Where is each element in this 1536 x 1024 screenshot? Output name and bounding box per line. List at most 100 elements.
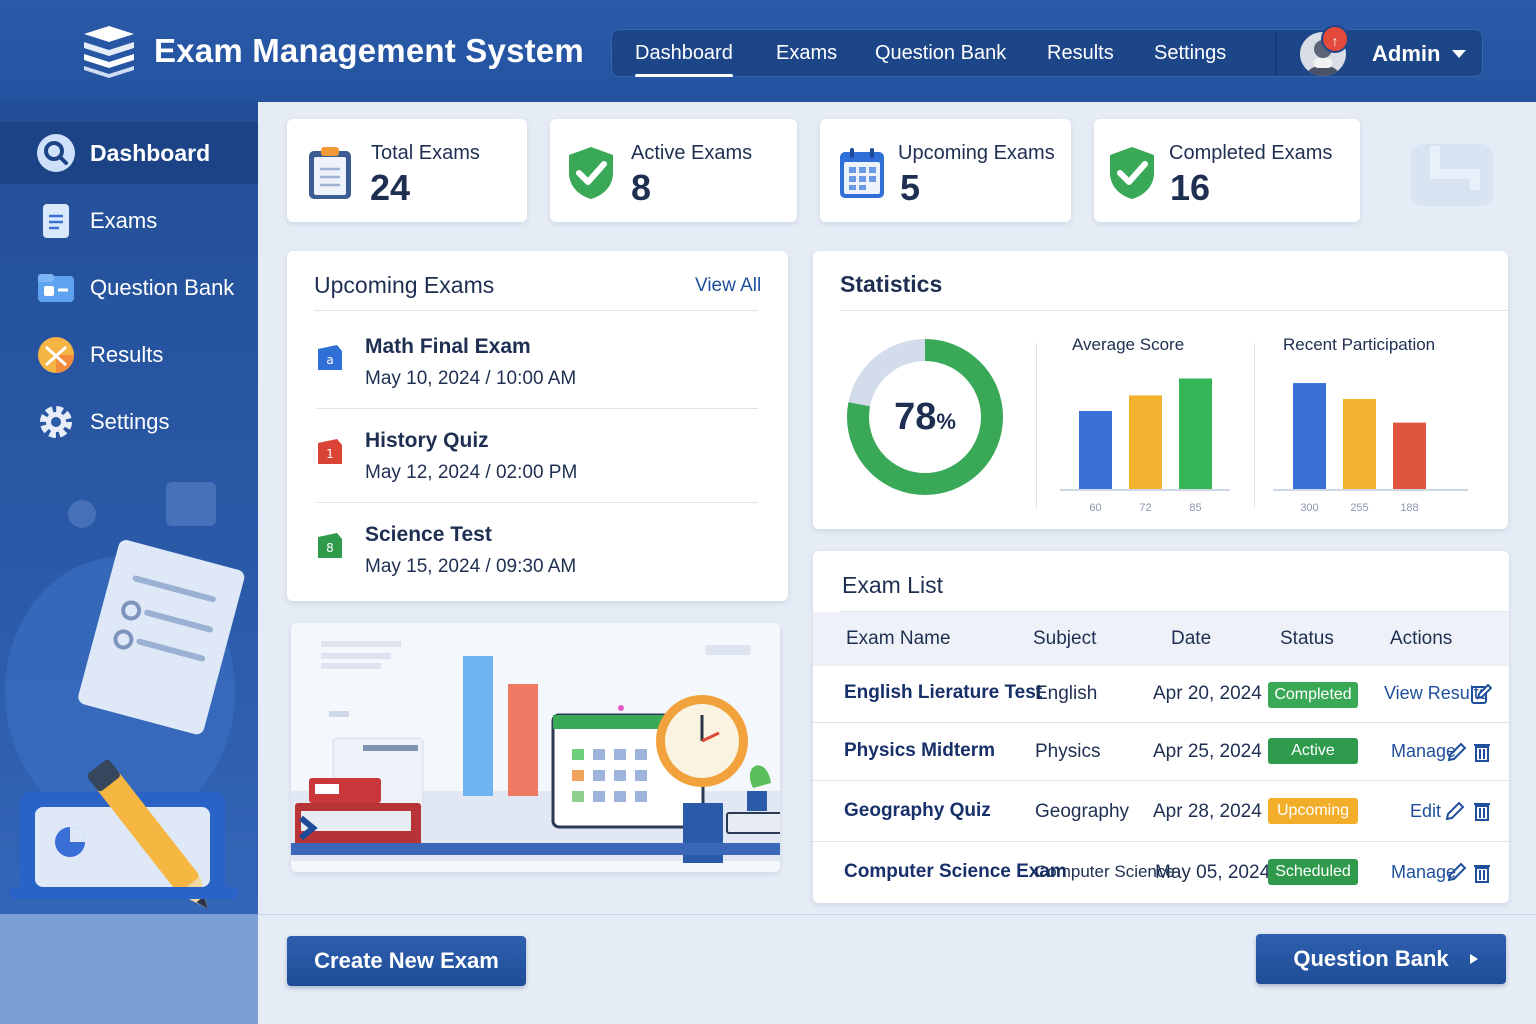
sidebar-item-results[interactable]: Results [0, 324, 258, 386]
tick-label: 255 [1350, 502, 1368, 514]
status-badge: Active [1268, 738, 1358, 764]
exam-date: Apr 20, 2024 [1153, 683, 1262, 704]
divider [1254, 343, 1255, 508]
table-row[interactable]: Geography Quiz Geography Apr 28, 2024 Up… [813, 781, 1509, 842]
edit-icon[interactable] [1446, 741, 1468, 763]
nav-settings[interactable]: Settings [1154, 42, 1226, 65]
stat-value: 24 [370, 167, 411, 208]
status-badge: Scheduled [1268, 859, 1358, 885]
sidebar-item-label: Dashboard [90, 139, 211, 166]
participation-chart: 300 255 188 [1273, 383, 1468, 514]
divider [840, 310, 1508, 311]
exam-date: Apr 25, 2024 [1153, 741, 1262, 762]
chart-bar [1393, 422, 1426, 489]
exam-name[interactable]: Computer Science Exam [844, 861, 1067, 883]
sidebar-item-label: Question Bank [90, 275, 235, 300]
chart-bar [1079, 411, 1112, 489]
stat-label: Upcoming Exams [898, 142, 1055, 164]
average-score-chart: 60 72 85 [1060, 378, 1230, 514]
divider [317, 408, 758, 409]
chevron-right-icon [1470, 954, 1478, 964]
edit-link[interactable]: Edit [1410, 801, 1441, 822]
question-bank-button-label: Question Bank [1293, 946, 1449, 971]
divider [314, 310, 758, 311]
tick-label: 85 [1189, 502, 1201, 514]
calendar-icon [840, 148, 884, 198]
stat-card-completed: Completed Exams 16 [1094, 119, 1360, 222]
exam-tag-icon: 1 [318, 439, 342, 464]
nav-exams[interactable]: Exams [776, 42, 837, 65]
nav-results[interactable]: Results [1047, 42, 1114, 65]
tick-label: 188 [1400, 502, 1418, 514]
sidebar-item-label: Results [90, 342, 164, 367]
table-row[interactable]: Computer Science Exam Computer Science M… [813, 842, 1509, 903]
edit-icon[interactable] [1444, 800, 1466, 822]
divider [317, 502, 758, 503]
exam-date: May 05, 2024 [1155, 862, 1271, 883]
edit-icon[interactable] [1470, 683, 1492, 705]
sidebar-item-question-bank[interactable]: Question Bank [0, 257, 258, 319]
analytics-illustration [291, 623, 780, 872]
trash-icon[interactable] [1471, 862, 1493, 884]
book-stack-icon [84, 26, 134, 78]
exam-name[interactable]: Physics Midterm [844, 740, 995, 762]
question-bank-button[interactable]: Question Bank [1256, 934, 1506, 984]
sidebar-item-dashboard[interactable]: Dashboard [0, 122, 258, 184]
create-new-exam-button[interactable]: Create New Exam [287, 936, 526, 986]
sidebar-item-label: Settings [90, 409, 170, 434]
donut-label: 78% [846, 396, 1004, 439]
donut-value: 78 [894, 396, 937, 438]
app-title: Exam Management System [154, 32, 584, 69]
user-menu-label[interactable]: Admin [1372, 41, 1440, 67]
svg-text:1: 1 [326, 447, 334, 461]
top-nav: Dashboard Exams Question Bank Results Se… [611, 25, 1483, 77]
avg-score-title: Average Score [1072, 335, 1185, 354]
sidebar-footer [0, 914, 258, 1024]
table-row[interactable]: Physics Midterm Physics Apr 25, 2024 Act… [813, 723, 1509, 781]
exam-name[interactable]: Geography Quiz [844, 800, 991, 822]
column-header[interactable]: Subject [1033, 628, 1096, 650]
stat-label: Total Exams [371, 142, 480, 164]
exam-illustration [5, 482, 245, 909]
chevron-down-icon[interactable] [1452, 50, 1466, 58]
upcoming-exam-name[interactable]: History Quiz [365, 429, 489, 453]
nav-question-bank[interactable]: Question Bank [875, 42, 1006, 65]
exam-name[interactable]: English Lierature Test [844, 682, 1042, 704]
upcoming-exam-date: May 10, 2024 / 10:00 AM [365, 368, 577, 389]
column-header[interactable]: Date [1171, 628, 1211, 650]
edit-icon[interactable] [1446, 861, 1468, 883]
notification-badge[interactable]: ↑ [1321, 25, 1349, 53]
divider [1036, 343, 1037, 508]
panel-title: Exam List [842, 572, 943, 598]
stat-value: 16 [1170, 167, 1211, 208]
folder-icon [38, 274, 74, 302]
sidebar-item-settings[interactable]: Settings [0, 391, 258, 453]
status-badge: Upcoming [1268, 798, 1358, 824]
stat-card-upcoming: Upcoming Exams 5 [820, 119, 1071, 222]
tick-label: 300 [1300, 502, 1318, 514]
chart-bar [1129, 395, 1162, 489]
chart-bar [1179, 378, 1212, 489]
column-header[interactable]: Exam Name [846, 628, 951, 650]
trash-icon[interactable] [1471, 800, 1493, 822]
column-header[interactable]: Actions [1390, 628, 1452, 650]
search-icon [37, 134, 75, 172]
table-header: Exam Name Subject Date Status Actions [813, 612, 1509, 666]
nav-dashboard[interactable]: Dashboard [635, 42, 733, 77]
upcoming-exam-name[interactable]: Math Final Exam [365, 335, 531, 359]
sidebar-item-exams[interactable]: Exams [0, 190, 258, 252]
nav-divider [1275, 32, 1277, 76]
svg-text:a: a [326, 353, 333, 367]
upcoming-exam-name[interactable]: Science Test [365, 523, 492, 547]
upcoming-exams-panel: Upcoming Exams View All a Math Final Exa… [287, 251, 788, 601]
trash-icon[interactable] [1471, 741, 1493, 763]
view-all-link[interactable]: View All [695, 275, 761, 297]
table-row[interactable]: English Lierature Test English Apr 20, 2… [813, 666, 1509, 723]
tick-label: 72 [1139, 502, 1151, 514]
column-header[interactable]: Status [1280, 628, 1334, 650]
status-badge: Completed [1268, 682, 1358, 708]
document-icon [43, 204, 69, 238]
exam-subject: Computer Science [1035, 862, 1175, 881]
donut-unit: % [936, 409, 956, 434]
panel-title: Upcoming Exams [314, 272, 495, 298]
